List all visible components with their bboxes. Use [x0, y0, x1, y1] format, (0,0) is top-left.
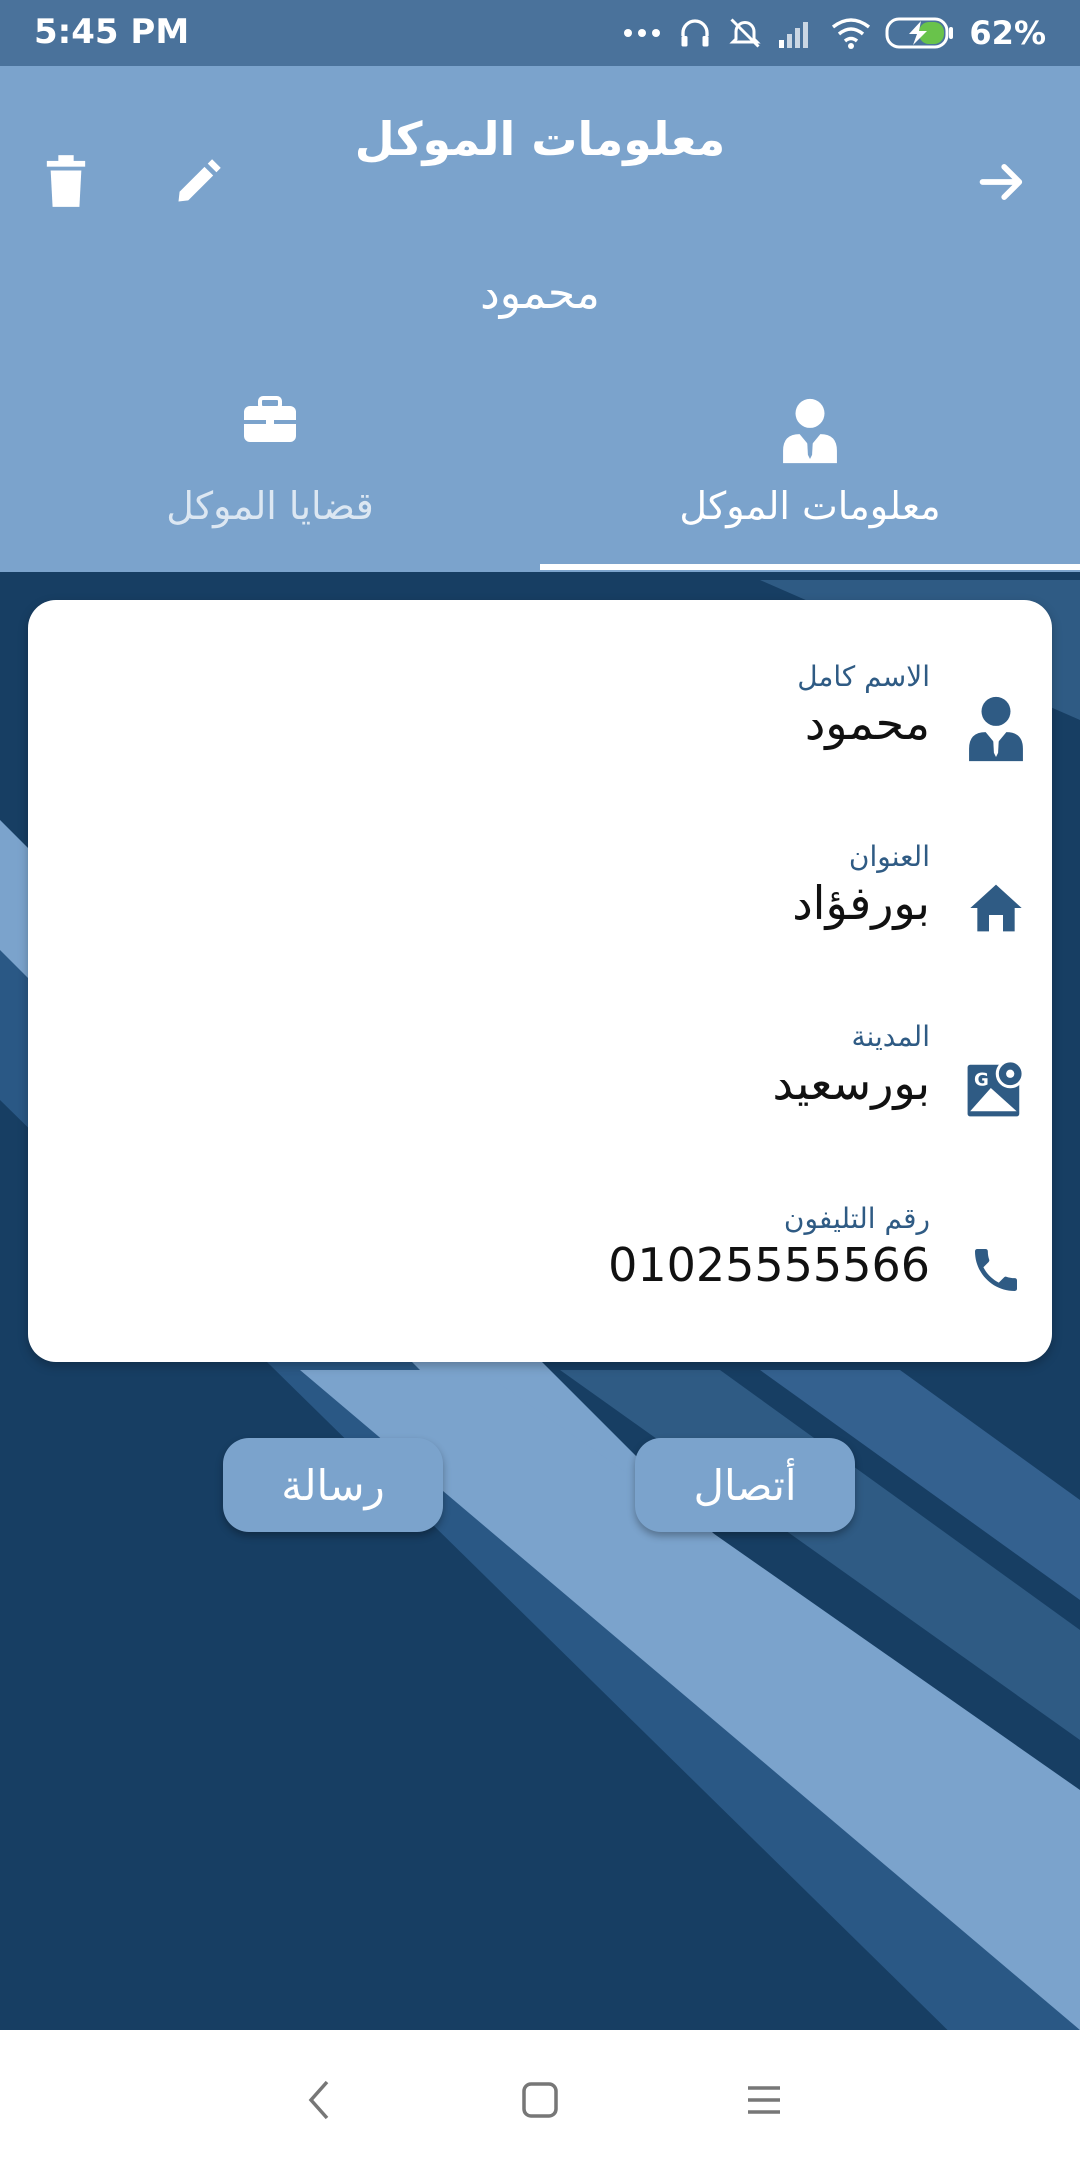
- full-name-value: محمود: [804, 696, 930, 750]
- headphones-icon: [677, 15, 713, 51]
- tab-client-cases[interactable]: قضايا الموكل: [0, 386, 540, 572]
- city-label: المدينة: [851, 1020, 930, 1053]
- edit-icon[interactable]: [158, 142, 238, 222]
- svg-text:G: G: [974, 1069, 989, 1090]
- arrow-forward-icon[interactable]: [962, 142, 1042, 222]
- signal-icon: [777, 18, 817, 48]
- menu-icon[interactable]: [734, 2070, 794, 2130]
- status-bar: 5:45 PM 62%: [0, 0, 1080, 66]
- phone-icon[interactable]: [964, 1232, 1028, 1308]
- back-icon[interactable]: [290, 2070, 350, 2130]
- home-square-icon[interactable]: [510, 2070, 570, 2130]
- map-icon: G: [964, 1050, 1028, 1126]
- battery-level: 62%: [969, 14, 1046, 52]
- phone-label: رقم التليفون: [783, 1202, 930, 1235]
- detail-row-address: العنوان بورفؤاد: [28, 830, 1052, 970]
- briefcase-icon: [0, 396, 540, 466]
- call-button[interactable]: أتصال: [635, 1438, 855, 1532]
- message-button[interactable]: رسالة: [223, 1438, 443, 1532]
- phone-value[interactable]: 01025555566: [608, 1238, 930, 1292]
- address-label: العنوان: [848, 840, 930, 873]
- client-details-card: الاسم كامل محمود العنوان بورفؤاد G المدي…: [28, 600, 1052, 1362]
- detail-row-phone[interactable]: رقم التليفون 01025555566: [28, 1192, 1052, 1332]
- battery-charging-icon: [885, 16, 955, 50]
- detail-row-city: G المدينة بورسعيد: [28, 1010, 1052, 1150]
- status-icons: 62%: [623, 10, 1046, 56]
- tab-client-cases-label: قضايا الموكل: [166, 484, 374, 528]
- tab-client-info[interactable]: معلومات الموكل: [540, 386, 1080, 572]
- more-notifications-icon: [623, 27, 663, 39]
- mute-icon: [727, 15, 763, 51]
- status-time: 5:45 PM: [34, 12, 190, 52]
- wifi-icon: [831, 17, 871, 49]
- home-icon: [964, 870, 1028, 946]
- app-bar: معلومات الموكل محمود قضايا الموكل معلوما…: [0, 66, 1080, 572]
- city-value: بورسعيد: [772, 1056, 930, 1110]
- client-name-header: محمود: [480, 268, 600, 319]
- page-title: معلومات الموكل: [354, 112, 726, 166]
- person-icon: [964, 690, 1028, 766]
- tab-selected-indicator: [540, 564, 1080, 570]
- tab-client-info-label: معلومات الموكل: [679, 484, 941, 528]
- full-name-label: الاسم كامل: [797, 660, 930, 693]
- detail-row-full-name: الاسم كامل محمود: [28, 650, 1052, 790]
- system-nav-bar: [0, 2030, 1080, 2160]
- delete-icon[interactable]: [26, 142, 106, 222]
- person-icon: [540, 396, 1080, 466]
- address-value: بورفؤاد: [792, 876, 930, 930]
